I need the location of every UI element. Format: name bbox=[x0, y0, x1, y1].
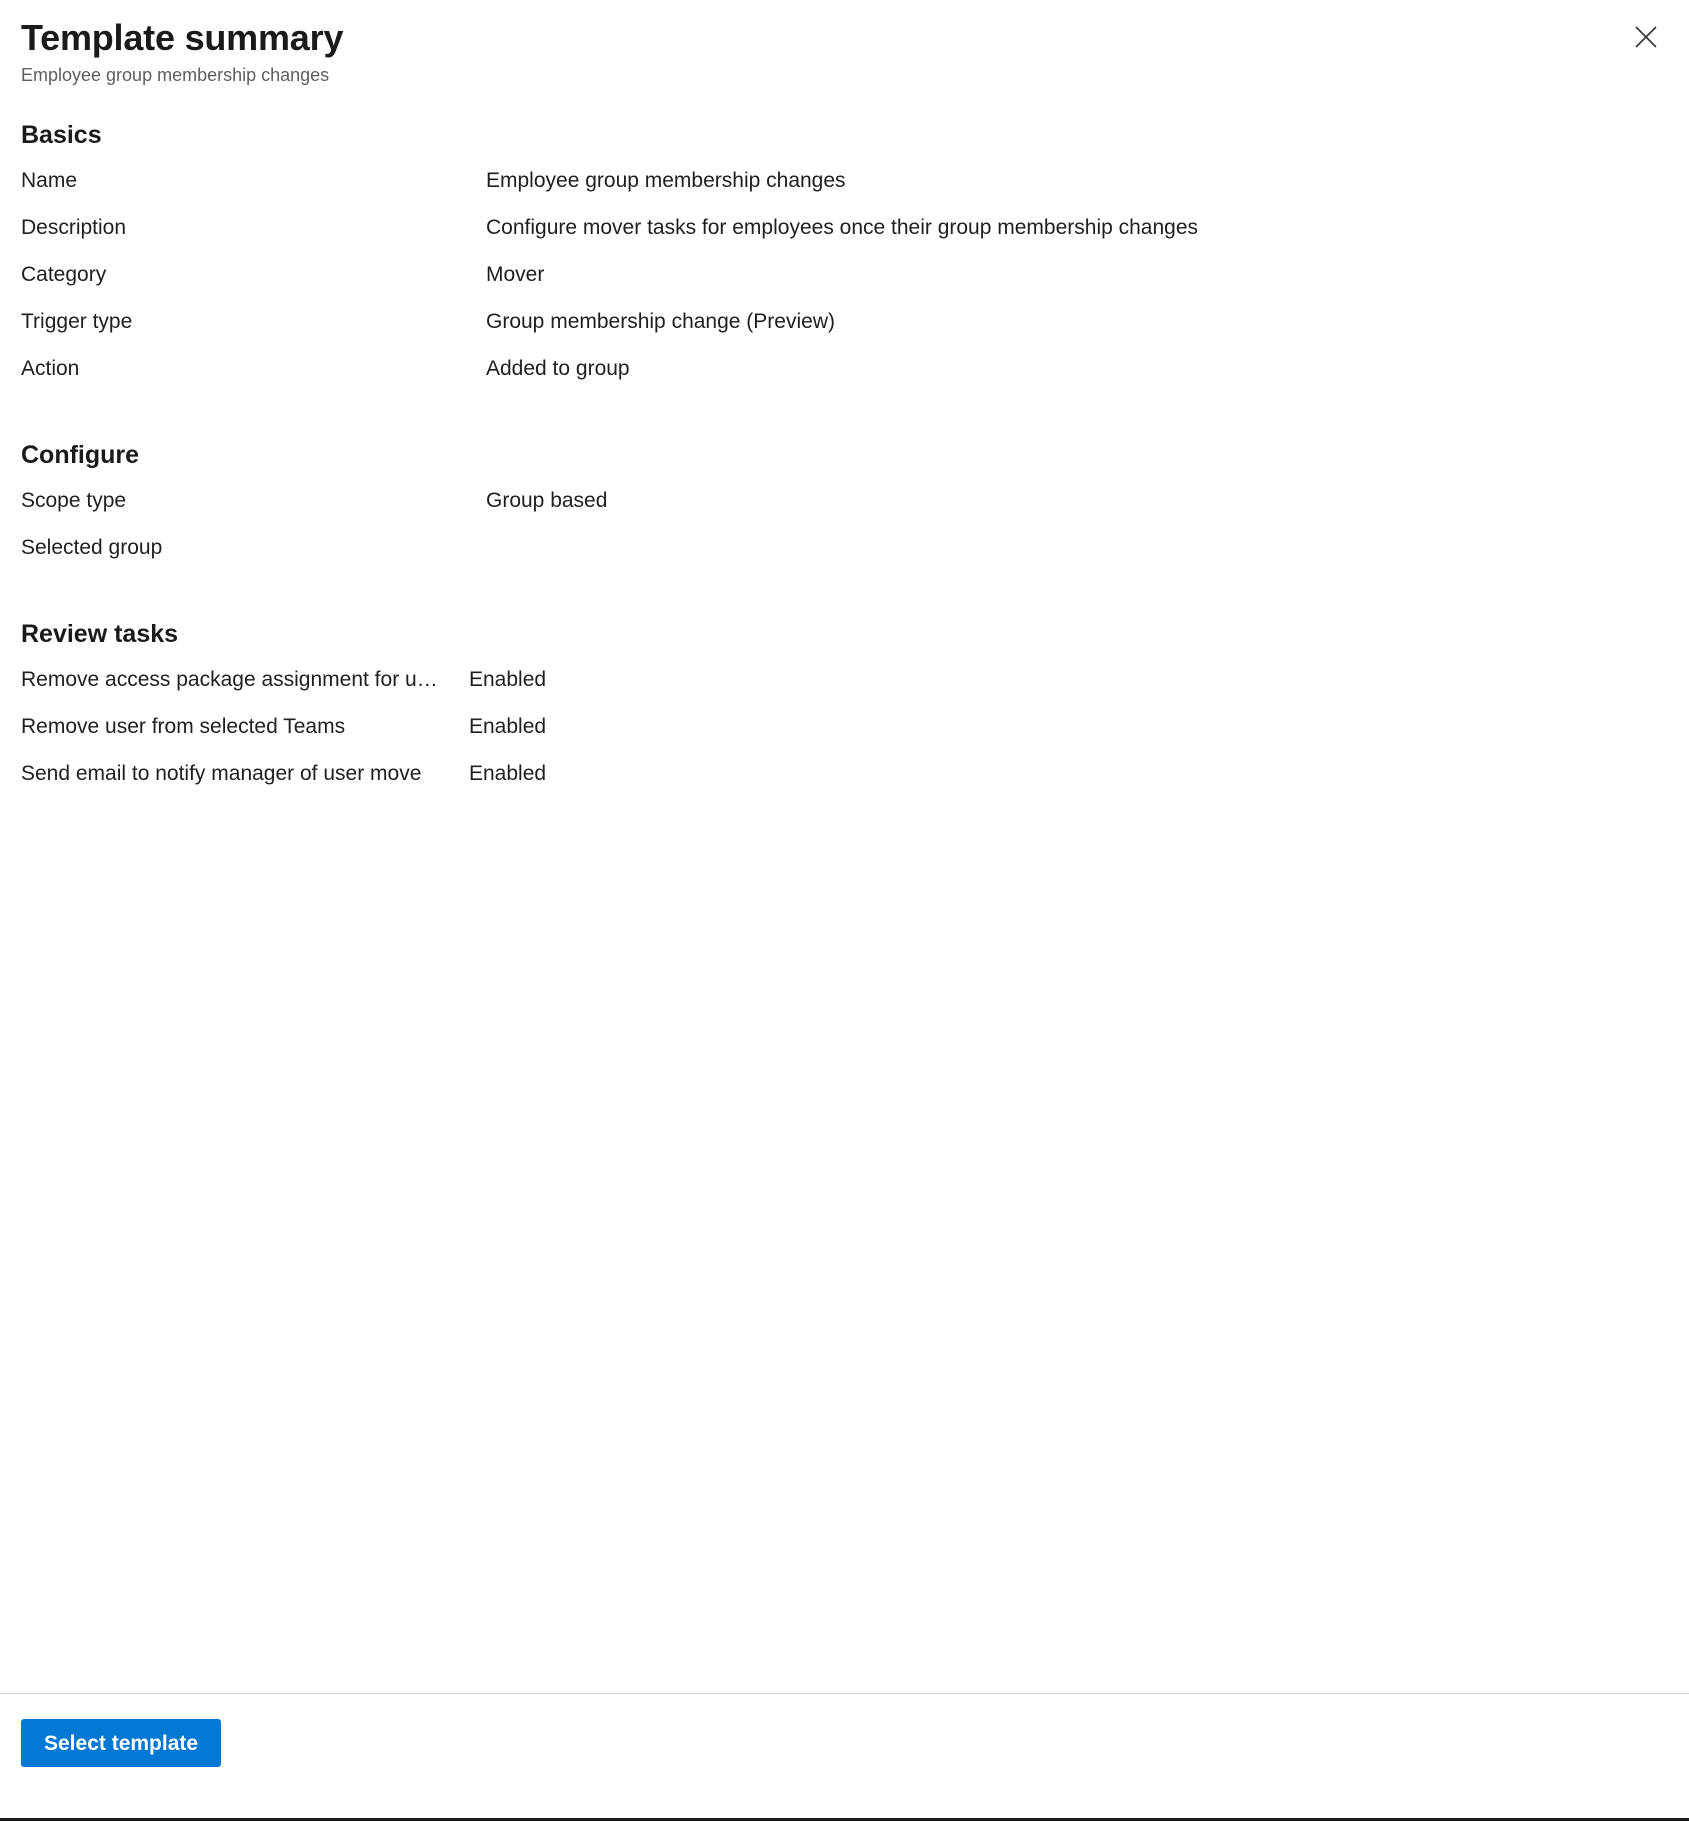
panel-footer: Select template bbox=[0, 1693, 1689, 1818]
row-value: Group based bbox=[486, 489, 608, 512]
row-label: Category bbox=[21, 263, 107, 286]
summary-row: Selected group bbox=[21, 533, 1665, 580]
summary-row: Description Configure mover tasks for em… bbox=[21, 213, 1665, 260]
summary-content: Basics Name Employee group membership ch… bbox=[0, 88, 1689, 1693]
row-label: Scope type bbox=[21, 489, 127, 512]
section-heading-configure: Configure bbox=[21, 441, 140, 469]
summary-row: Action Added to group bbox=[21, 354, 1665, 401]
row-label: Selected group bbox=[21, 536, 163, 559]
close-icon bbox=[1633, 24, 1659, 50]
section-heading-basics: Basics bbox=[21, 121, 102, 149]
select-template-button[interactable]: Select template bbox=[21, 1719, 222, 1767]
row-value: Group membership change (Preview) bbox=[486, 310, 835, 333]
summary-row: Remove access package assignment for u… … bbox=[21, 665, 1665, 712]
summary-row: Scope type Group based bbox=[21, 486, 1665, 533]
summary-row: Name Employee group membership changes bbox=[21, 166, 1665, 213]
summary-row: Category Mover bbox=[21, 260, 1665, 307]
summary-row: Trigger type Group membership change (Pr… bbox=[21, 307, 1665, 354]
row-value: Enabled bbox=[469, 762, 547, 785]
basics-rows: Name Employee group membership changes D… bbox=[21, 166, 1665, 401]
section-heading-review-tasks: Review tasks bbox=[21, 620, 179, 648]
row-value: Configure mover tasks for employees once… bbox=[486, 216, 1199, 239]
page-subtitle: Employee group membership changes bbox=[21, 65, 330, 85]
section-review-tasks: Review tasks Remove access package assig… bbox=[21, 580, 1665, 806]
configure-rows: Scope type Group based Selected group bbox=[21, 486, 1665, 580]
row-value: Enabled bbox=[469, 668, 547, 691]
summary-row: Remove user from selected Teams Enabled bbox=[21, 712, 1665, 759]
panel-header: Template summary Employee group membersh… bbox=[0, 0, 1689, 88]
row-value: Added to group bbox=[486, 357, 630, 380]
review-tasks-rows: Remove access package assignment for u… … bbox=[21, 665, 1665, 806]
row-label: Description bbox=[21, 216, 127, 239]
template-summary-panel: Template summary Employee group membersh… bbox=[0, 0, 1689, 1821]
row-label: Remove access package assignment for u… bbox=[21, 668, 438, 691]
row-label: Trigger type bbox=[21, 310, 133, 333]
row-value: Enabled bbox=[469, 715, 547, 738]
row-value: Employee group membership changes bbox=[486, 169, 846, 192]
section-configure: Configure Scope type Group based Selecte… bbox=[21, 401, 1665, 580]
row-label: Send email to notify manager of user mov… bbox=[21, 762, 422, 785]
row-label: Name bbox=[21, 169, 78, 192]
page-title: Template summary bbox=[21, 17, 344, 58]
row-label: Action bbox=[21, 357, 80, 380]
row-label: Remove user from selected Teams bbox=[21, 715, 346, 738]
close-button[interactable] bbox=[1623, 14, 1669, 60]
summary-row: Send email to notify manager of user mov… bbox=[21, 759, 1665, 806]
section-basics: Basics Name Employee group membership ch… bbox=[21, 88, 1665, 401]
row-value: Mover bbox=[486, 263, 545, 286]
